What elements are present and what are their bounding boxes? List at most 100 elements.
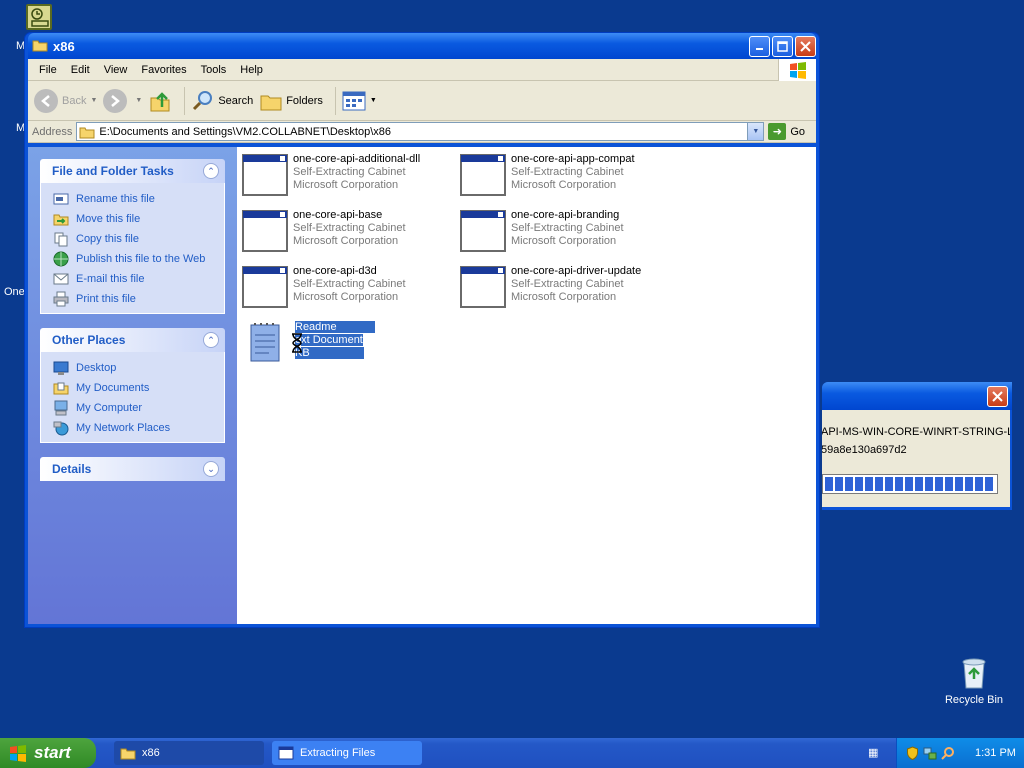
panel-title: File and Folder Tasks bbox=[52, 164, 174, 178]
panel-header[interactable]: Other Places ⌃ bbox=[40, 328, 225, 352]
address-label: Address bbox=[32, 125, 73, 138]
file-size: KB bbox=[295, 347, 364, 359]
my-network-places-link[interactable]: My Network Places bbox=[53, 418, 214, 438]
expand-icon[interactable]: ⌄ bbox=[203, 461, 219, 477]
move-file-link[interactable]: Move this file bbox=[53, 209, 214, 229]
window-title: x86 bbox=[53, 38, 75, 54]
email-file-link[interactable]: E-mail this file bbox=[53, 269, 214, 289]
folders-button[interactable]: Folders bbox=[259, 90, 323, 112]
views-button[interactable]: ▼ bbox=[342, 91, 377, 111]
dialog-body: API-MS-WIN-CORE-WINRT-STRING-L 59a8e130a… bbox=[822, 410, 1010, 507]
progress-segment bbox=[965, 477, 973, 491]
maximize-icon bbox=[777, 40, 788, 52]
clock[interactable]: 1:31 PM bbox=[975, 747, 1016, 759]
progress-segment bbox=[845, 477, 853, 491]
recycle-bin[interactable]: Recycle Bin bbox=[940, 656, 1008, 706]
file-folder-tasks-panel: File and Folder Tasks ⌃ Rename this file… bbox=[40, 159, 225, 314]
my-documents-link[interactable]: My Documents bbox=[53, 378, 214, 398]
print-file-link[interactable]: Print this file bbox=[53, 289, 214, 309]
file-text: one-core-api-driver-update Self-Extracti… bbox=[511, 265, 641, 313]
folders-icon bbox=[260, 95, 282, 110]
panel-header[interactable]: Details ⌄ bbox=[40, 457, 225, 481]
file-item[interactable]: one-core-api-branding Self-Extracting Ca… bbox=[459, 209, 671, 257]
file-item-selected[interactable]: Readme ext Document KB bbox=[247, 321, 459, 369]
forward-button[interactable]: ▼ bbox=[103, 88, 142, 113]
file-text: one-core-api-base Self-Extracting Cabine… bbox=[293, 209, 406, 257]
progress-segment bbox=[875, 477, 883, 491]
file-type: Self-Extracting Cabinet bbox=[293, 222, 406, 234]
up-folder-button[interactable] bbox=[148, 89, 172, 113]
desktop-shortcut-icon[interactable] bbox=[26, 4, 52, 30]
taskbar-item-label: x86 bbox=[142, 747, 160, 759]
panel-header[interactable]: File and Folder Tasks ⌃ bbox=[40, 159, 225, 183]
email-icon bbox=[53, 273, 69, 285]
search-button[interactable]: Search bbox=[191, 89, 253, 113]
dialog-titlebar[interactable] bbox=[822, 382, 1012, 410]
collapse-icon[interactable]: ⌃ bbox=[203, 332, 219, 348]
publish-web-link[interactable]: Publish this file to the Web bbox=[53, 249, 214, 269]
file-name: one-core-api-driver-update bbox=[511, 265, 642, 277]
extracting-file-name: API-MS-WIN-CORE-WINRT-STRING-L bbox=[822, 426, 1010, 438]
menu-view[interactable]: View bbox=[97, 64, 135, 76]
go-button[interactable]: ➜ Go bbox=[768, 123, 805, 140]
cabinet-file-icon bbox=[460, 154, 506, 196]
file-company: Microsoft Corporation bbox=[511, 291, 617, 303]
dialog-close-button[interactable] bbox=[987, 386, 1008, 407]
progress-segment bbox=[905, 477, 913, 491]
extraction-progress-bar bbox=[822, 474, 998, 494]
search-tray-icon[interactable] bbox=[941, 746, 955, 760]
desktop-link[interactable]: Desktop bbox=[53, 358, 214, 378]
globe-icon bbox=[53, 251, 69, 267]
extracting-file-hash: 59a8e130a697d2 bbox=[822, 444, 907, 456]
file-name: one-core-api-d3d bbox=[293, 265, 377, 277]
file-company: Microsoft Corporation bbox=[293, 235, 399, 247]
collapse-icon[interactable]: ⌃ bbox=[203, 163, 219, 179]
taskbar-item-extracting-files[interactable]: Extracting Files bbox=[272, 741, 422, 765]
dropdown-arrow-icon: ▼ bbox=[90, 97, 98, 104]
menu-favorites[interactable]: Favorites bbox=[134, 64, 193, 76]
file-text: one-core-api-additional-dll Self-Extract… bbox=[293, 153, 420, 201]
progress-segment bbox=[935, 477, 943, 491]
folder-icon bbox=[120, 748, 136, 760]
my-computer-icon bbox=[54, 400, 68, 416]
file-item[interactable]: one-core-api-driver-update Self-Extracti… bbox=[459, 265, 671, 313]
menu-help[interactable]: Help bbox=[233, 64, 270, 76]
file-item[interactable]: one-core-api-additional-dll Self-Extract… bbox=[241, 153, 453, 201]
file-company: Microsoft Corporation bbox=[293, 179, 399, 191]
start-button[interactable]: start bbox=[0, 738, 96, 768]
back-label: Back bbox=[62, 94, 87, 107]
panel-item-label: My Computer bbox=[76, 402, 143, 414]
panel-item-label: Copy this file bbox=[76, 233, 139, 245]
menu-tools[interactable]: Tools bbox=[194, 64, 234, 76]
copy-file-link[interactable]: Copy this file bbox=[53, 229, 214, 249]
progress-segment bbox=[865, 477, 873, 491]
back-button[interactable]: Back ▼ bbox=[34, 88, 98, 113]
rename-file-link[interactable]: Rename this file bbox=[53, 189, 214, 209]
standard-toolbar: Back ▼ ▼ Search Folders ▼ bbox=[28, 81, 816, 121]
address-dropdown-button[interactable]: ▼ bbox=[747, 123, 764, 140]
task-pane: File and Folder Tasks ⌃ Rename this file… bbox=[28, 147, 237, 624]
window-titlebar[interactable]: x86 bbox=[28, 33, 816, 59]
file-item[interactable]: one-core-api-app-compat Self-Extracting … bbox=[459, 153, 671, 201]
minimize-button[interactable] bbox=[749, 35, 770, 57]
file-item[interactable]: one-core-api-base Self-Extracting Cabine… bbox=[241, 209, 453, 257]
network-tray-icon[interactable] bbox=[923, 746, 937, 760]
menu-file[interactable]: File bbox=[32, 64, 64, 76]
file-item[interactable]: one-core-api-d3d Self-Extracting Cabinet… bbox=[241, 265, 453, 313]
close-button[interactable] bbox=[795, 35, 816, 57]
file-name: one-core-api-branding bbox=[511, 209, 620, 221]
taskbar-item-label: Extracting Files bbox=[300, 747, 376, 759]
keyboard-icon[interactable]: ▦ bbox=[868, 746, 878, 759]
search-label: Search bbox=[218, 94, 254, 107]
menu-edit[interactable]: Edit bbox=[64, 64, 97, 76]
progress-segment bbox=[925, 477, 933, 491]
taskbar-item-x86[interactable]: x86 bbox=[114, 741, 264, 765]
security-shield-icon[interactable] bbox=[905, 746, 919, 760]
address-field[interactable]: E:\Documents and Settings\VM2.COLLABNET\… bbox=[76, 122, 765, 141]
toolbar-separator bbox=[334, 86, 336, 115]
address-bar: Address E:\Documents and Settings\VM2.CO… bbox=[28, 121, 816, 143]
window-icon bbox=[278, 746, 294, 760]
maximize-button[interactable] bbox=[772, 35, 793, 57]
my-computer-link[interactable]: My Computer bbox=[53, 398, 214, 418]
file-name: one-core-api-app-compat bbox=[511, 153, 635, 165]
